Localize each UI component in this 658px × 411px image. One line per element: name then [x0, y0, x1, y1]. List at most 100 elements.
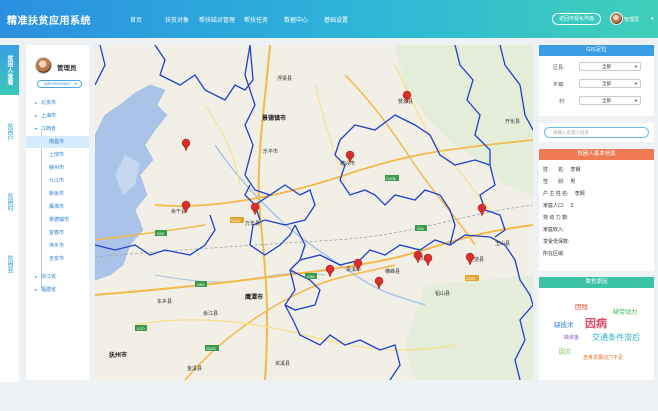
map-label-jinxi: 金溪县: [187, 365, 202, 372]
chevron-down-icon: ▾: [634, 98, 637, 103]
map-marker-pin: [423, 253, 433, 267]
map-canvas[interactable]: 景德镇市 德兴市 乐平市 万年县 余干县 鹰潭市 贵溪市 弋阳县 上饶县 东乡县…: [95, 45, 533, 380]
map-label-wannian: 万年县: [245, 220, 260, 227]
info-row-subsidy: 享受低保数:: [543, 239, 570, 245]
search-input[interactable]: 请输入贫困人姓名: [544, 127, 649, 138]
info-row-labor: 劳 动 力 数:: [543, 215, 569, 221]
road: [204, 104, 241, 186]
tab-poverty-village[interactable]: 贫困村: [0, 177, 19, 227]
tab-poverty-household[interactable]: 贫困户: [0, 107, 19, 157]
tree-item-jiangxi[interactable]: ▾ 江西省: [26, 123, 89, 135]
top-header: 精准扶贫应用系统 首页 扶贫对象 帮扶结对管理 帮扶任务 数据中心 基础设置 返…: [0, 0, 658, 38]
map-label-kaihua: 开化县: [505, 118, 520, 125]
gis-label: 乡镇:: [553, 82, 565, 88]
nav-data-center[interactable]: 数据中心: [284, 15, 308, 24]
nav-home[interactable]: 首页: [130, 15, 142, 24]
user-name[interactable]: 管理员: [624, 16, 639, 23]
county-select[interactable]: 全部 ▾: [579, 62, 641, 71]
admin-boundary: [95, 45, 254, 101]
tree-item-fujian[interactable]: ▸ 福建省: [26, 284, 89, 296]
tree-item-beijing[interactable]: ▸ 北京市: [26, 97, 89, 109]
map-label-yingtan: 鹰潭市: [245, 293, 263, 301]
highway: [257, 45, 271, 380]
nav-poverty-targets[interactable]: 扶贫对象: [165, 15, 189, 24]
chevron-right-icon: ▸: [35, 287, 38, 292]
gis-map[interactable]: 景德镇市 德兴市 乐平市 万年县 余干县 鹰潭市 贵溪市 弋阳县 上饶县 东乡县…: [95, 45, 533, 380]
tree-item-shangrao[interactable]: 上饶市: [26, 149, 89, 161]
road-shield-label: S20: [157, 231, 165, 236]
info-row-income: 家庭收入:: [543, 227, 565, 233]
road-shield-label: G320: [206, 346, 217, 351]
tree-item-yichun[interactable]: 宜春市: [26, 227, 89, 239]
admin-boundary: [284, 224, 401, 380]
chevron-right-icon: ▸: [35, 274, 38, 279]
role-select[interactable]: administrator ▾: [37, 80, 82, 88]
chevron-down-icon[interactable]: ▾: [651, 16, 654, 22]
map-label-yushan: 玉山县: [495, 240, 510, 247]
gis-panel: GIS定位 区县: 全部 ▾ 乡镇: 全部 ▾ 村: 全部 ▾: [539, 45, 654, 116]
road-shield-label: G70: [137, 326, 145, 331]
road: [314, 84, 346, 186]
tab-poverty-county[interactable]: 贫困县: [0, 239, 19, 289]
tree-item-shanghai[interactable]: ▸ 上海市: [26, 110, 89, 122]
gis-panel-title: GIS定位: [539, 45, 654, 56]
info-row-family-size: 家庭人口: 3: [543, 203, 574, 209]
return-visual-button[interactable]: 返回可视化界面: [552, 13, 601, 25]
info-row-region: 所在区域:: [543, 251, 565, 257]
gis-label: 区县:: [553, 65, 565, 71]
chevron-right-icon: ▸: [35, 100, 38, 105]
village-select[interactable]: 全部 ▾: [579, 96, 641, 105]
cause-word: 因灾: [559, 350, 572, 356]
forest-area: [405, 275, 533, 380]
nav-basic-settings[interactable]: 基础设置: [324, 15, 348, 24]
info-row-householder: 户 主 姓 名: 李钢: [543, 191, 585, 197]
town-select[interactable]: 全部 ▾: [579, 79, 641, 88]
info-row-name: 姓 名: 李钢: [543, 167, 581, 173]
nav-pairing-management[interactable]: 帮扶结对管理: [199, 15, 235, 24]
cause-word: 因残: [575, 304, 588, 311]
map-label-qianshan: 铅山县: [435, 290, 450, 297]
chevron-right-icon: ▸: [35, 113, 38, 118]
chevron-down-icon: ▾: [634, 64, 637, 69]
map-marker-pin: [465, 252, 475, 266]
nav-assistance-tasks[interactable]: 帮扶任务: [244, 15, 268, 24]
road-shield-label: S201: [466, 276, 476, 281]
map-label-zixi: 资溪县: [275, 360, 290, 367]
region-tree-panel: 管理员 administrator ▾ ▸ 北京市 ▸ 上海市 ▾ 江西省 南昌市 上…: [26, 45, 89, 380]
tree-item-jiujiang[interactable]: 九江市: [26, 175, 89, 187]
info-panel-title: 贫困人基本信息: [539, 149, 654, 160]
tree-item-ganzhou[interactable]: 赣州市: [26, 162, 89, 174]
tree-item-pingxiang[interactable]: 萍乡市: [26, 240, 89, 252]
road-shield-label: G56: [307, 274, 315, 279]
map-label-hengfeng: 横峰县: [385, 268, 400, 275]
cause-word: 因病: [585, 318, 607, 330]
gis-label: 村:: [559, 99, 566, 105]
person-info-panel: 贫困人基本信息 姓 名: 李钢 性 别: 男 户 主 姓 名: 李钢 家庭人口: 3 劳…: [539, 149, 654, 271]
tree-item-zhejiang[interactable]: ▸ 浙江省: [26, 271, 89, 283]
map-label-fuliang: 浮梁县: [277, 75, 292, 82]
map-label-jingdezhen: 景德镇市: [261, 114, 286, 122]
cause-word: 缺资金: [564, 335, 580, 341]
chevron-down-icon: ▾: [74, 81, 77, 86]
road-shield-label: S201: [231, 218, 241, 223]
search-panel: 请输入贫困人姓名: [539, 123, 654, 142]
map-label-dexing: 德兴市: [340, 160, 355, 167]
map-label-leping: 乐平市: [263, 148, 278, 155]
gis-row-town: 乡镇: 全部 ▾: [539, 79, 654, 89]
gis-row-county: 区县: 全部 ▾: [539, 62, 654, 72]
map-label-yugan: 余干县: [171, 208, 186, 215]
map-label-yujiang: 余江县: [203, 310, 218, 317]
poverty-cause-panel: 致贫原因 因残 缺劳动力 缺技术 因病 缺资金 交通条件滞后 因灾 自身发展动力…: [539, 277, 654, 380]
cause-word: 缺劳动力: [613, 310, 638, 316]
user-avatar[interactable]: [610, 12, 623, 25]
map-marker-pin: [181, 138, 191, 152]
road-shield-label: S31: [417, 226, 425, 231]
tree-item-jian[interactable]: 吉安市: [26, 253, 89, 265]
tree-item-xinyu[interactable]: 新余市: [26, 188, 89, 200]
tree-item-nanchang[interactable]: 南昌市: [26, 136, 89, 148]
road-shield-label: G206: [386, 176, 397, 181]
map-label-dongxiang: 东乡县: [157, 298, 172, 305]
tree-item-jingdezhen[interactable]: 景德镇市: [26, 214, 89, 226]
tab-poverty-person[interactable]: 贫困人查看: [0, 45, 19, 95]
tree-item-yingtan[interactable]: 鹰潭市: [26, 201, 89, 213]
